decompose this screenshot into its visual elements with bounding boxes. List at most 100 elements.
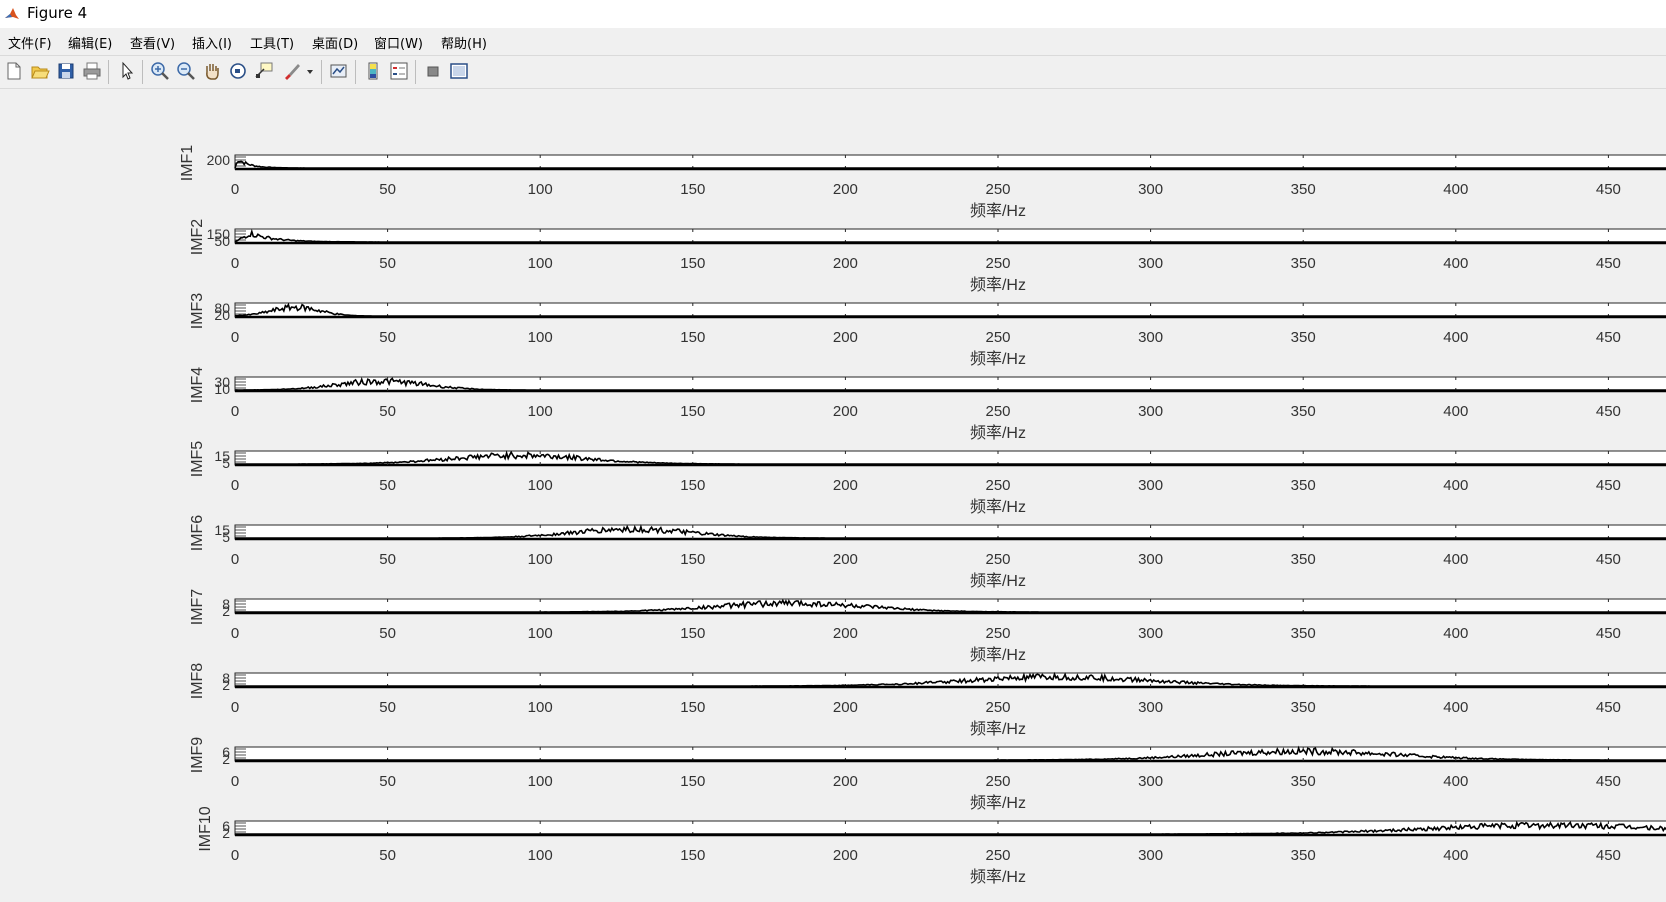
link-plot-icon[interactable] [328,60,350,82]
x-tick-label: 200 [833,847,858,864]
x-tick-label: 150 [680,699,705,716]
axes-box [234,820,1666,836]
subplot-imf8: 0 50 100 150 200 250 300 350 400 450频率/Hz82IMF8 [189,663,1666,738]
y-axis-label: IMF10 [197,806,214,851]
show-plot-tools-icon[interactable] [448,60,470,82]
data-cursor-icon[interactable] [253,60,275,82]
menu-file[interactable]: 文件(F) [8,33,52,52]
x-axis-label: 频率/Hz [970,720,1026,738]
x-tick-label: 100 [528,255,553,272]
x-tick-label: 50 [379,625,396,642]
brush-icon[interactable] [281,60,303,82]
menu-edit[interactable]: 编辑(E) [68,33,112,52]
x-tick-label: 400 [1443,477,1468,494]
menu-tools[interactable]: 工具(T) [250,33,294,52]
x-tick-label: 300 [1138,773,1163,790]
x-tick-label: 100 [528,329,553,346]
x-tick-label: 200 [833,477,858,494]
y-axis-label: IMF6 [189,515,206,552]
x-tick-label: 450 [1596,699,1621,716]
y-tick-label: 2 [222,825,230,841]
x-tick-label: 300 [1138,181,1163,198]
chevron-down-icon[interactable] [304,60,316,82]
x-axis-label: 频率/Hz [970,276,1026,294]
insert-colorbar-icon[interactable] [362,60,384,82]
x-tick-label: 150 [680,329,705,346]
axes-box [234,524,1666,540]
x-tick-label: 350 [1291,625,1316,642]
x-tick-label: 300 [1138,699,1163,716]
x-tick-label: 350 [1291,329,1316,346]
zoom-in-icon[interactable] [149,60,171,82]
pan-hand-icon[interactable] [201,60,223,82]
x-tick-label: 250 [985,773,1010,790]
x-tick-label: 400 [1443,181,1468,198]
x-axis-label: 频率/Hz [970,202,1026,220]
rotate-3d-icon[interactable] [227,60,249,82]
axes-box [234,154,1666,170]
x-tick-label: 350 [1291,477,1316,494]
axes-box [234,228,1666,244]
x-tick-label: 0 [231,625,239,642]
x-tick-label: 50 [379,181,396,198]
x-tick-label: 200 [833,181,858,198]
x-tick-label: 0 [231,773,239,790]
hide-plot-tools-icon[interactable] [422,60,444,82]
x-tick-label: 50 [379,551,396,568]
x-tick-label: 200 [833,255,858,272]
x-tick-label: 50 [379,255,396,272]
x-tick-label: 200 [833,403,858,420]
y-tick-label: 5 [222,529,230,545]
x-tick-label: 450 [1596,181,1621,198]
menu-help[interactable]: 帮助(H) [441,33,487,52]
toolbar-separator [108,60,109,84]
y-axis-label: IMF9 [189,737,206,774]
x-tick-label: 100 [528,625,553,642]
x-tick-label: 400 [1443,551,1468,568]
y-axis-label: IMF7 [189,589,206,626]
menu-desktop[interactable]: 桌面(D) [312,33,358,52]
x-tick-label: 400 [1443,625,1468,642]
x-tick-label: 50 [379,699,396,716]
x-tick-label: 0 [231,255,239,272]
insert-legend-icon[interactable] [388,60,410,82]
x-tick-label: 200 [833,551,858,568]
menu-view[interactable]: 查看(V) [130,33,175,52]
x-tick-label: 50 [379,403,396,420]
x-tick-label: 450 [1596,403,1621,420]
toolbar-separator [321,60,322,84]
print-icon[interactable] [81,60,103,82]
x-tick-label: 0 [231,181,239,198]
open-file-icon[interactable] [29,60,51,82]
x-tick-label: 300 [1138,329,1163,346]
new-figure-icon[interactable] [3,60,25,82]
x-tick-label: 100 [528,477,553,494]
x-tick-label: 300 [1138,255,1163,272]
x-tick-label: 400 [1443,403,1468,420]
x-tick-label: 450 [1596,255,1621,272]
y-axis-label: IMF8 [189,663,206,700]
x-tick-label: 350 [1291,847,1316,864]
x-tick-label: 0 [231,329,239,346]
x-tick-label: 200 [833,773,858,790]
x-tick-label: 50 [379,847,396,864]
subplot-imf4: 0 50 100 150 200 250 300 350 400 450频率/Hz3010IMF4 [189,367,1666,442]
axes-box [234,746,1666,762]
x-tick-label: 150 [680,773,705,790]
x-tick-label: 150 [680,181,705,198]
save-icon[interactable] [55,60,77,82]
menu-bar: 文件(F) 编辑(E) 查看(V) 插入(I) 工具(T) 桌面(D) 窗口(W… [0,28,1666,55]
zoom-out-icon[interactable] [175,60,197,82]
x-tick-label: 250 [985,847,1010,864]
menu-window[interactable]: 窗口(W) [374,33,423,52]
y-axis-label: IMF4 [189,367,206,404]
pointer-icon[interactable] [116,60,138,82]
x-tick-label: 450 [1596,551,1621,568]
x-tick-label: 300 [1138,847,1163,864]
x-tick-label: 0 [231,477,239,494]
x-tick-label: 100 [528,847,553,864]
x-tick-label: 400 [1443,847,1468,864]
x-tick-label: 250 [985,699,1010,716]
menu-insert[interactable]: 插入(I) [192,33,232,52]
toolbar-separator [142,60,143,84]
